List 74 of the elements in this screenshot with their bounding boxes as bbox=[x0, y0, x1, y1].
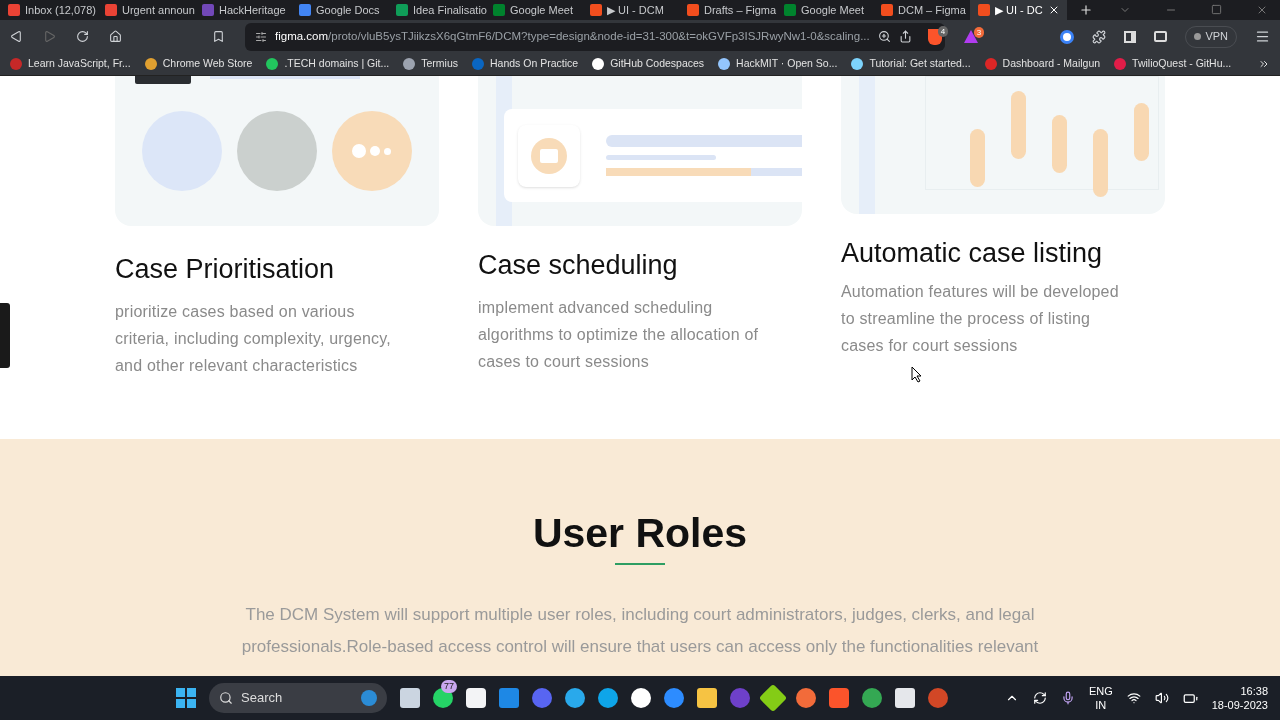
site-icon bbox=[592, 58, 605, 70]
microphone-icon[interactable] bbox=[1060, 691, 1075, 705]
feature-title: Case Prioritisation bbox=[115, 253, 336, 286]
browser-tab[interactable]: ▶ UI - DCM bbox=[582, 0, 679, 20]
extensions-icon[interactable] bbox=[1092, 29, 1107, 44]
bookmark-item[interactable]: Dashboard - Mailgun bbox=[984, 56, 1101, 72]
browser-tab[interactable]: Idea Finalisatio bbox=[388, 0, 485, 20]
browser-tab[interactable]: DCM – Figma bbox=[873, 0, 970, 20]
start-icon[interactable] bbox=[176, 688, 196, 708]
browser-tab[interactable]: Drafts – Figma bbox=[679, 0, 776, 20]
region-indicator[interactable]: IN bbox=[1095, 698, 1107, 712]
search-icon bbox=[219, 691, 233, 705]
wifi-icon[interactable] bbox=[1126, 691, 1141, 705]
language-indicator[interactable]: ENG bbox=[1088, 684, 1113, 698]
bookmark-item[interactable]: Tutorial: Get started... bbox=[851, 56, 971, 72]
bookmark-item[interactable]: .TECH domains | Git... bbox=[266, 56, 390, 72]
bookmark-item[interactable]: HackMIT · Open So... bbox=[718, 56, 838, 72]
browser-tab[interactable]: Inbox (12,078) bbox=[0, 0, 97, 20]
browser-tab[interactable]: ▶ UI - DC bbox=[970, 0, 1067, 20]
site-icon bbox=[984, 58, 997, 70]
browser-tab[interactable]: HackHeritage bbox=[194, 0, 291, 20]
heading-underline bbox=[615, 563, 665, 565]
browser-tab[interactable]: Google Meet bbox=[776, 0, 873, 20]
roles-description: The DCM System will support multiple user roles, including court administrators, judges, clerks, and legal professionals.Role-based access control will ensure that users can access only the functionalities relevant bbox=[240, 604, 1040, 658]
shield-icon[interactable] bbox=[927, 28, 942, 45]
taskbar-search-field[interactable]: Search bbox=[209, 683, 387, 713]
more-bookmarks-icon[interactable] bbox=[1258, 58, 1270, 70]
share-icon[interactable] bbox=[898, 30, 912, 43]
maximize-icon[interactable] bbox=[1211, 4, 1222, 15]
bookmark-item[interactable]: Learn JavaScript, Fr... bbox=[10, 56, 131, 72]
side-handle[interactable] bbox=[0, 303, 10, 368]
site-icon bbox=[10, 58, 22, 70]
rewards-badge: 3 bbox=[973, 27, 985, 38]
site-icon bbox=[472, 58, 484, 70]
clock-time[interactable]: 16:38 bbox=[1240, 684, 1268, 698]
notification-badge: 77 bbox=[441, 680, 457, 693]
bookmark-icon[interactable] bbox=[212, 30, 225, 43]
site-icon bbox=[403, 58, 416, 70]
profile-icon[interactable] bbox=[1060, 29, 1075, 44]
feature-description: Automation features will be developed to streamline the process of listing cases for court sessions bbox=[841, 282, 1120, 356]
bookmark-item[interactable]: TwilioQuest - GitHu... bbox=[1114, 56, 1232, 72]
feature-description: prioritize cases based on various criteria, including complexity, urgency, and other relevant characteristics bbox=[115, 302, 392, 376]
new-tab-icon[interactable] bbox=[1079, 3, 1093, 17]
search-placeholder: Search bbox=[241, 689, 283, 708]
zoom-icon[interactable] bbox=[877, 30, 891, 43]
menu-icon[interactable] bbox=[1255, 29, 1270, 44]
site-icon bbox=[1114, 58, 1127, 70]
back-icon[interactable] bbox=[10, 30, 23, 43]
bookmark-item[interactable]: Termius bbox=[403, 56, 458, 72]
feature-title: Case scheduling bbox=[478, 249, 679, 282]
section-heading: User Roles bbox=[532, 509, 748, 557]
shield-badge: 4 bbox=[937, 25, 949, 37]
bookmark-item[interactable]: Chrome Web Store bbox=[144, 56, 253, 72]
feature-description: implement advanced scheduling algorithms to optimize the allocation of cases to court sessions bbox=[478, 298, 760, 372]
site-icon bbox=[851, 58, 864, 70]
sync-icon[interactable] bbox=[1032, 691, 1047, 705]
url-text: figma.com/proto/vluB5ysTJiikzsX6qGtmF6/DCM?type=design&node-id=31-300&t=okGVFp3ISJRwyNw1-0&scaling... bbox=[275, 28, 870, 44]
bookmark-item[interactable]: GitHub Codespaces bbox=[592, 56, 705, 72]
browser-tab[interactable]: Google Docs bbox=[291, 0, 388, 20]
home-icon[interactable] bbox=[109, 30, 122, 43]
cursor-icon bbox=[911, 366, 922, 383]
site-icon bbox=[144, 58, 157, 70]
browser-tab[interactable]: Urgent announ bbox=[97, 0, 194, 20]
sidebar-icon[interactable] bbox=[1124, 30, 1137, 43]
volume-icon[interactable] bbox=[1154, 691, 1169, 705]
reload-icon[interactable] bbox=[76, 30, 89, 43]
site-icon bbox=[266, 58, 279, 70]
clock-date[interactable]: 18-09-2023 bbox=[1211, 698, 1268, 712]
site-icon bbox=[718, 58, 731, 70]
bookmark-item[interactable]: Hands On Practice bbox=[472, 56, 579, 72]
feature-title: Automatic case listing bbox=[841, 237, 1104, 270]
site-settings-icon[interactable] bbox=[255, 30, 267, 43]
triangle-icon[interactable] bbox=[963, 30, 978, 43]
close-window-icon[interactable] bbox=[1256, 4, 1268, 16]
